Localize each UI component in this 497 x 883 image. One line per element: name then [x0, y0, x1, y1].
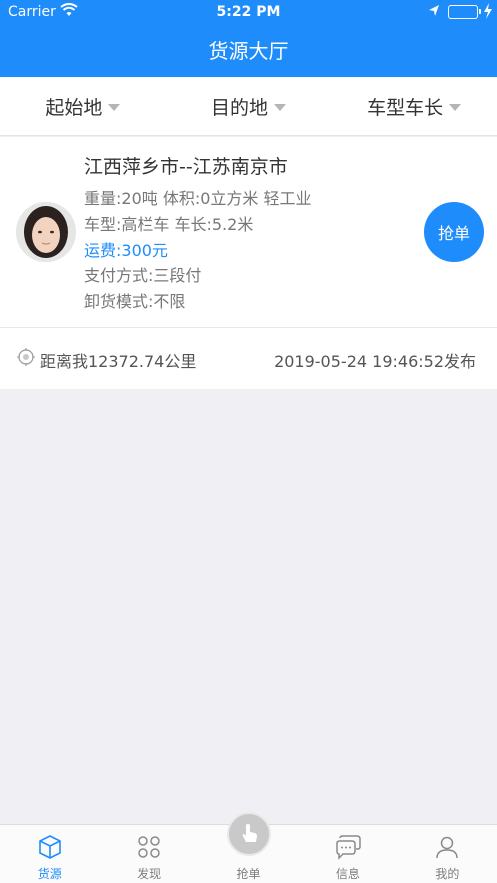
unload-mode: 卸货模式:不限 — [84, 292, 186, 311]
freight-fee: 运费:300元 — [84, 241, 168, 260]
tab-me-label: 我的 — [435, 867, 460, 881]
status-time: 5:22 PM — [216, 4, 281, 20]
tab-discover-label: 发现 — [137, 867, 162, 881]
filter-origin-label: 起始地 — [45, 96, 103, 119]
tab-me[interactable]: 我的 — [398, 825, 497, 883]
tap-hand-icon — [226, 812, 271, 856]
filter-destination-label: 目的地 — [211, 96, 269, 119]
grab-order-button[interactable]: 抢单 — [424, 202, 484, 262]
tab-cargo-label: 货源 — [37, 867, 62, 881]
filter-origin[interactable]: 起始地 — [0, 77, 166, 135]
avatar — [16, 202, 76, 262]
tab-discover[interactable]: 发现 — [99, 825, 198, 883]
tab-cargo[interactable]: 货源 — [0, 825, 99, 883]
tab-messages[interactable]: 信息 — [298, 825, 397, 883]
publish-time: 2019-05-24 19:46:52发布 — [274, 352, 476, 371]
status-bar: Carrier 5:22 PM — [0, 0, 497, 26]
filter-vehicle-label: 车型车长 — [367, 96, 444, 119]
filter-destination[interactable]: 目的地 — [166, 77, 332, 135]
divider — [0, 327, 497, 328]
dropdown-triangle-icon — [274, 103, 287, 111]
page-title: 货源大厅 — [208, 39, 289, 63]
distance-text: 距离我12372.74公里 — [40, 352, 197, 371]
tab-grab[interactable]: 抢单 — [199, 812, 298, 883]
vehicle-info: 车型:高栏车 车长:5.2米 — [84, 215, 254, 234]
filter-vehicle[interactable]: 车型车长 — [331, 77, 497, 135]
person-icon — [434, 833, 460, 861]
chat-icon — [334, 833, 362, 861]
route-title: 江西萍乡市--江苏南京市 — [84, 156, 288, 178]
tab-messages-label: 信息 — [335, 867, 360, 881]
grid-icon — [136, 833, 162, 861]
charging-bolt-icon — [483, 3, 493, 23]
box-icon — [37, 833, 63, 861]
location-target-icon — [17, 348, 35, 370]
battery-icon — [448, 5, 481, 19]
filter-bar: 起始地 目的地 车型车长 — [0, 77, 497, 136]
tab-bar: 货源 发现 抢单 信息 我的 — [0, 812, 497, 883]
payment-method: 支付方式:三段付 — [84, 266, 202, 285]
dropdown-triangle-icon — [449, 103, 462, 111]
location-arrow-icon — [428, 4, 440, 22]
nav-bar: 货源大厅 — [0, 26, 497, 77]
tab-grab-label: 抢单 — [236, 867, 261, 881]
cargo-spec: 重量:20吨 体积:0立方米 轻工业 — [84, 189, 312, 208]
dropdown-triangle-icon — [108, 103, 121, 111]
